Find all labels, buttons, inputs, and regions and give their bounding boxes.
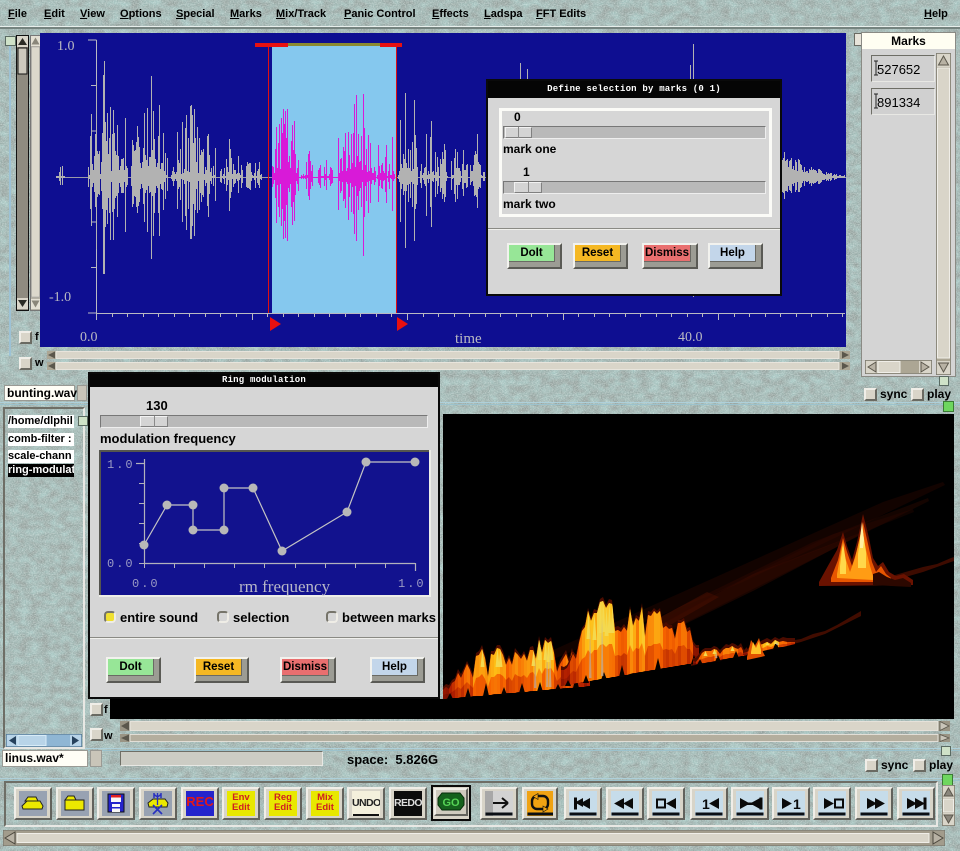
svg-text:GO: GO bbox=[442, 797, 460, 809]
svg-text:1.0: 1.0 bbox=[398, 577, 426, 591]
svg-text:0.0: 0.0 bbox=[107, 557, 135, 571]
svg-text:0.0: 0.0 bbox=[132, 577, 160, 591]
svg-text:1.0: 1.0 bbox=[107, 458, 135, 472]
svg-text:0.0: 0.0 bbox=[80, 330, 98, 345]
svg-text:time: time bbox=[455, 331, 482, 347]
svg-text:rm frequency: rm frequency bbox=[239, 577, 331, 596]
svg-text:-1.0: -1.0 bbox=[49, 290, 71, 305]
svg-text:1: 1 bbox=[702, 796, 710, 812]
svg-text:40.0: 40.0 bbox=[678, 330, 703, 345]
svg-text:1.0: 1.0 bbox=[57, 39, 75, 54]
svg-text:1: 1 bbox=[793, 796, 801, 812]
